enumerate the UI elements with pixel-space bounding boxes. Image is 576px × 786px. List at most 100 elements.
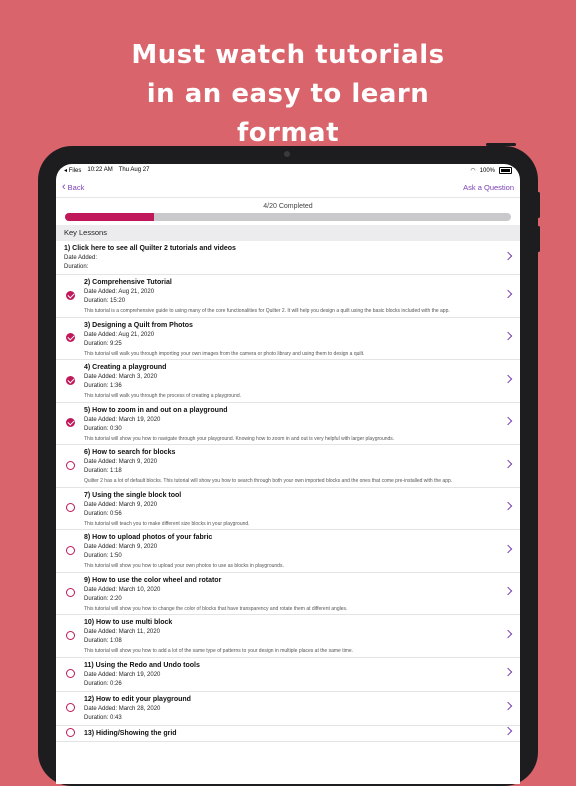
lesson-row[interactable]: 5) How to zoom in and out on a playgroun…	[56, 403, 520, 445]
lesson-list: 1) Click here to see all Quilter 2 tutor…	[56, 241, 520, 742]
chevron-left-icon: ‹	[62, 180, 66, 193]
lesson-title: 2) Comprehensive Tutorial	[84, 279, 172, 286]
chevron-right-icon	[503, 459, 513, 468]
lesson-row[interactable]: 1) Click here to see all Quilter 2 tutor…	[56, 241, 520, 275]
lesson-duration: Duration: 0:56	[84, 510, 122, 517]
empty-circle-icon[interactable]	[66, 545, 75, 555]
lesson-row[interactable]: 11) Using the Redo and Undo tools Date Ad…	[56, 658, 520, 692]
lesson-row[interactable]: 6) How to search for blocks Date Added: M…	[56, 445, 520, 488]
lesson-title: 5) How to zoom in and out on a playgroun…	[84, 406, 228, 414]
section-header: Key Lessons	[56, 225, 520, 241]
chevron-right-icon	[503, 629, 513, 638]
empty-circle-icon[interactable]	[66, 630, 75, 640]
chevron-right-icon	[503, 667, 513, 677]
lesson-title: 7) Using the single block tool	[84, 491, 182, 499]
lesson-row[interactable]: 13) Hiding/Showing the grid	[56, 726, 520, 742]
lesson-date: Date Added: March 11, 2020	[84, 629, 160, 635]
lesson-description: This tutorial will show you how to uploa…	[84, 563, 284, 569]
lesson-date: Date Added: March 3, 2020	[84, 374, 158, 380]
lesson-date: Date Added:	[64, 255, 98, 261]
checkmark-circle-icon[interactable]	[66, 375, 75, 385]
lesson-title: 1) Click here to see all Quilter 2 tutor…	[64, 245, 236, 252]
lesson-duration: Duration: 0:30	[84, 425, 122, 432]
checkmark-circle-icon[interactable]	[66, 290, 75, 300]
lesson-title: 4) Creating a playground	[84, 364, 167, 371]
empty-circle-icon[interactable]	[66, 703, 75, 712]
lesson-description: This tutorial will show you how to chang…	[84, 605, 348, 612]
lesson-title: 12) How to edit your playground	[84, 695, 191, 703]
lesson-date: Date Added: March 9, 2020	[84, 501, 158, 508]
lesson-title: 8) How to upload photos of your fabric	[84, 534, 213, 541]
back-button[interactable]: ‹ Back	[62, 180, 85, 193]
empty-circle-icon[interactable]	[66, 503, 75, 513]
progress-fill	[65, 213, 155, 221]
status-app-back[interactable]: ◂ Files	[64, 167, 81, 174]
lesson-date: Date Added: Aug 21, 2020	[84, 331, 155, 338]
lesson-description: This tutorial will walk you through impo…	[84, 350, 365, 357]
lesson-date: Date Added: March 10, 2020	[84, 586, 161, 593]
nav-bar: ‹ Back Ask a Question	[56, 177, 520, 198]
battery-icon	[499, 167, 512, 174]
chevron-right-icon	[503, 502, 513, 511]
chevron-right-icon	[503, 587, 513, 596]
progress-text: 4/20 Completed	[263, 203, 313, 210]
promo-headline: Must watch tutorials in an easy to learn…	[0, 36, 576, 153]
lesson-date: Date Added: March 9, 2020	[84, 544, 158, 550]
chevron-right-icon	[503, 289, 513, 298]
lesson-row[interactable]: 9) How to use the color wheel and rotato…	[56, 573, 520, 615]
lesson-description: Quilter 2 has a lot of default blocks. T…	[84, 478, 453, 484]
lesson-row[interactable]: 12) How to edit your playground Date Adde…	[56, 692, 520, 726]
checkmark-circle-icon[interactable]	[66, 418, 75, 428]
chevron-right-icon	[503, 374, 513, 383]
lesson-duration: Duration: 1:08	[84, 638, 122, 644]
chevron-right-icon	[503, 251, 513, 260]
app-screen: ◂ Files 10:22 AM Thu Aug 27 ◠ 100% ‹ Bac…	[56, 164, 520, 784]
lesson-description: This tutorial will teach you to make dif…	[84, 520, 250, 527]
lesson-duration: Duration: 2:20	[84, 595, 122, 602]
lesson-date: Date Added: Aug 21, 2020	[84, 289, 155, 295]
lesson-description: This tutorial is a comprehensive guide t…	[84, 308, 450, 314]
empty-circle-icon[interactable]	[66, 669, 75, 678]
lesson-row[interactable]: 3) Designing a Quilt from Photos Date Add…	[56, 318, 520, 360]
wifi-icon: ◠	[470, 168, 476, 174]
lesson-duration: Duration: 1:18	[84, 468, 122, 474]
lesson-duration: Duration:	[64, 264, 89, 270]
lesson-row[interactable]: 7) Using the single block tool Date Added…	[56, 488, 520, 530]
status-bar: ◂ Files 10:22 AM Thu Aug 27 ◠ 100%	[56, 164, 520, 177]
lesson-row[interactable]: 8) How to upload photos of your fabric Da…	[56, 530, 520, 573]
chevron-right-icon	[503, 544, 513, 553]
back-label: Back	[67, 182, 85, 192]
lesson-description: This tutorial will show you how to navig…	[84, 435, 395, 442]
lesson-title: 10) How to use multi block	[84, 619, 173, 626]
status-date: Thu Aug 27	[118, 167, 150, 173]
lesson-date: Date Added: March 28, 2020	[84, 705, 161, 712]
headline-line-2: in an easy to learn	[146, 79, 430, 109]
checkmark-circle-icon[interactable]	[66, 333, 75, 343]
lesson-date: Date Added: March 19, 2020	[84, 671, 161, 678]
front-camera	[284, 151, 290, 157]
lesson-date: Date Added: March 19, 2020	[84, 416, 161, 423]
empty-circle-icon[interactable]	[66, 728, 75, 737]
lesson-duration: Duration: 1:50	[84, 553, 122, 559]
lesson-duration: Duration: 15:20	[84, 298, 126, 304]
progress-bar	[65, 213, 511, 221]
ask-question-button[interactable]: Ask a Question	[463, 183, 514, 192]
chevron-right-icon	[503, 332, 513, 341]
lesson-title: 9) How to use the color wheel and rotato…	[84, 576, 222, 584]
lesson-description: This tutorial will show you how to add a…	[84, 648, 354, 654]
lesson-row[interactable]: 10) How to use multi block Date Added: Ma…	[56, 615, 520, 658]
lesson-duration: Duration: 0:43	[84, 714, 122, 721]
lesson-duration: Duration: 0:26	[84, 680, 122, 687]
battery-percent: 100%	[479, 167, 495, 174]
lesson-row[interactable]: 2) Comprehensive Tutorial Date Added: Aug…	[56, 275, 520, 318]
lesson-title: 3) Designing a Quilt from Photos	[84, 321, 193, 329]
empty-circle-icon[interactable]	[66, 460, 75, 470]
headline-line-1: Must watch tutorials	[131, 40, 445, 70]
empty-circle-icon[interactable]	[66, 588, 75, 598]
lesson-duration: Duration: 9:25	[84, 340, 122, 347]
lesson-row[interactable]: 4) Creating a playground Date Added: Marc…	[56, 360, 520, 403]
lesson-title: 13) Hiding/Showing the grid	[84, 729, 177, 737]
lesson-date: Date Added: March 9, 2020	[84, 459, 158, 465]
chevron-right-icon	[503, 701, 513, 711]
lesson-duration: Duration: 1:36	[84, 383, 122, 389]
